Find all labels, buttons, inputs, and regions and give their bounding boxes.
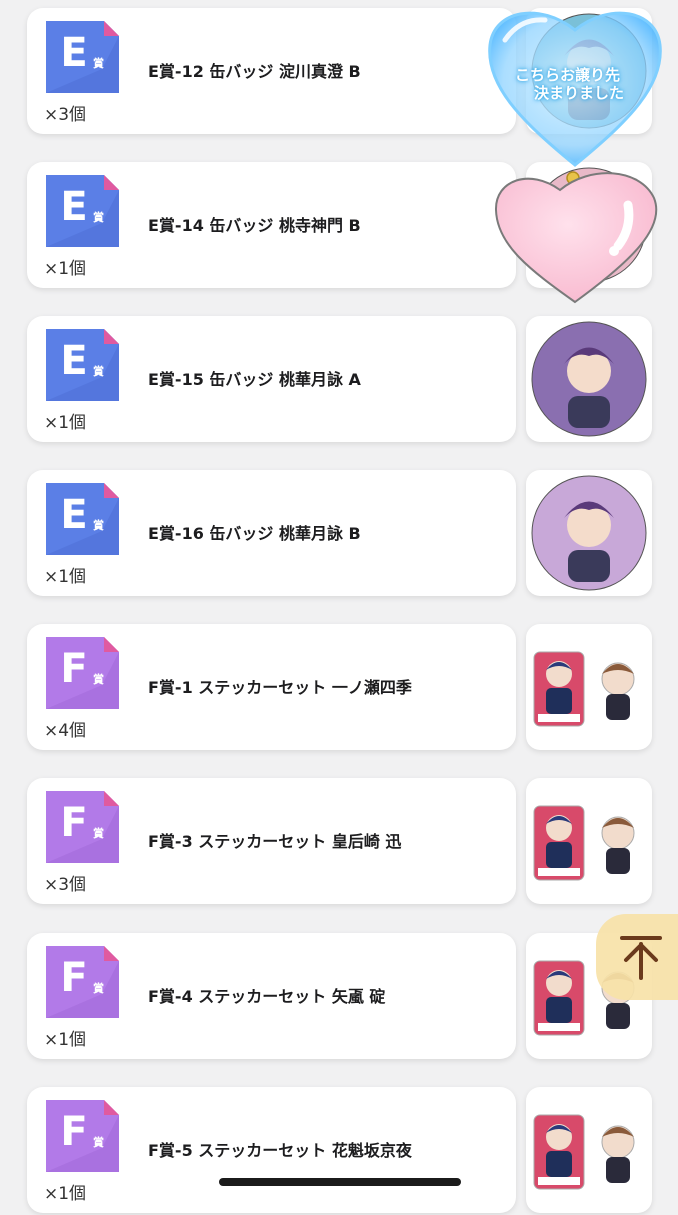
grade-letter: E [60, 184, 88, 230]
grade-suffix: 賞 [93, 365, 104, 378]
prize-thumbnail[interactable] [526, 162, 652, 288]
prize-card[interactable]: E 賞 E賞-12 缶バッジ 淀川真澄 B ×3個 [27, 8, 516, 134]
prize-card[interactable]: F 賞 F賞-5 ステッカーセット 花魁坂京夜 ×1個 [27, 1087, 516, 1213]
prize-grade-badge: E 賞 [46, 483, 119, 555]
grade-suffix: 賞 [93, 519, 104, 532]
list-item[interactable]: F 賞 F賞-5 ステッカーセット 花魁坂京夜 ×1個 [0, 1087, 678, 1215]
grade-suffix: 賞 [93, 1136, 104, 1149]
prize-quantity: ×3個 [44, 875, 87, 895]
prize-grade-badge: E 賞 [46, 175, 119, 247]
grade-letter: F [60, 1109, 88, 1155]
prize-card[interactable]: F 賞 F賞-4 ステッカーセット 矢颪 碇 ×1個 [27, 933, 516, 1059]
prize-grade-badge: E 賞 [46, 329, 119, 401]
prize-title: F賞-4 ステッカーセット 矢颪 碇 [148, 987, 386, 1006]
prize-grade-badge: F 賞 [46, 791, 119, 863]
arrow-up-to-top-icon [620, 936, 662, 980]
grade-suffix: 賞 [93, 211, 104, 224]
prize-quantity: ×1個 [44, 1184, 87, 1204]
prize-title: E賞-14 缶バッジ 桃寺神門 B [148, 216, 361, 235]
prize-quantity: ×1個 [44, 567, 87, 587]
prize-title: F賞-3 ステッカーセット 皇后崎 迅 [148, 832, 402, 851]
grade-suffix: 賞 [93, 982, 104, 995]
prize-thumbnail[interactable] [526, 624, 652, 750]
prize-quantity: ×1個 [44, 413, 87, 433]
prize-quantity: ×4個 [44, 721, 87, 741]
prize-grade-badge: F 賞 [46, 1100, 119, 1172]
prize-grade-badge: F 賞 [46, 637, 119, 709]
list-item[interactable]: F 賞 F賞-1 ステッカーセット 一ノ瀬四季 ×4個 [0, 624, 678, 752]
home-indicator [219, 1178, 461, 1186]
prize-title: F賞-1 ステッカーセット 一ノ瀬四季 [148, 678, 412, 697]
prize-card[interactable]: E 賞 E賞-16 缶バッジ 桃華月詠 B ×1個 [27, 470, 516, 596]
prize-quantity: ×1個 [44, 1030, 87, 1050]
prize-card[interactable]: E 賞 E賞-14 缶バッジ 桃寺神門 B ×1個 [27, 162, 516, 288]
prize-thumbnail[interactable] [526, 1087, 652, 1213]
prize-thumbnail[interactable] [526, 470, 652, 596]
prize-card[interactable]: E 賞 E賞-15 缶バッジ 桃華月詠 A ×1個 [27, 316, 516, 442]
list-item[interactable]: E 賞 E賞-16 缶バッジ 桃華月詠 B ×1個 [0, 470, 678, 598]
list-item[interactable]: E 賞 E賞-14 缶バッジ 桃寺神門 B ×1個 [0, 162, 678, 290]
prize-thumbnail[interactable] [526, 316, 652, 442]
prize-quantity: ×3個 [44, 105, 87, 125]
grade-letter: F [60, 955, 88, 1001]
prize-grade-badge: E 賞 [46, 21, 119, 93]
prize-quantity: ×1個 [44, 259, 87, 279]
grade-letter: E [60, 30, 88, 76]
grade-letter: E [60, 338, 88, 384]
grade-suffix: 賞 [93, 673, 104, 686]
prize-title: F賞-5 ステッカーセット 花魁坂京夜 [148, 1141, 412, 1160]
prize-title: E賞-15 缶バッジ 桃華月詠 A [148, 370, 361, 389]
grade-letter: E [60, 492, 88, 538]
overlay-text-line2: 決まりました [534, 84, 625, 102]
prize-grade-badge: F 賞 [46, 946, 119, 1018]
scroll-to-top-button[interactable] [596, 914, 678, 1000]
prize-title: E賞-16 缶バッジ 桃華月詠 B [148, 524, 361, 543]
grade-suffix: 賞 [93, 827, 104, 840]
prize-title: E賞-12 缶バッジ 淀川真澄 B [148, 62, 361, 81]
prize-card[interactable]: F 賞 F賞-3 ステッカーセット 皇后崎 迅 ×3個 [27, 778, 516, 904]
list-item[interactable]: E 賞 E賞-15 缶バッジ 桃華月詠 A ×1個 [0, 316, 678, 444]
list-item[interactable]: F 賞 F賞-3 ステッカーセット 皇后崎 迅 ×3個 [0, 778, 678, 906]
grade-letter: F [60, 646, 88, 692]
list-item[interactable]: F 賞 F賞-4 ステッカーセット 矢颪 碇 ×1個 [0, 933, 678, 1061]
grade-suffix: 賞 [93, 57, 104, 70]
prize-card[interactable]: F 賞 F賞-1 ステッカーセット 一ノ瀬四季 ×4個 [27, 624, 516, 750]
prize-thumbnail[interactable] [526, 778, 652, 904]
grade-letter: F [60, 800, 88, 846]
